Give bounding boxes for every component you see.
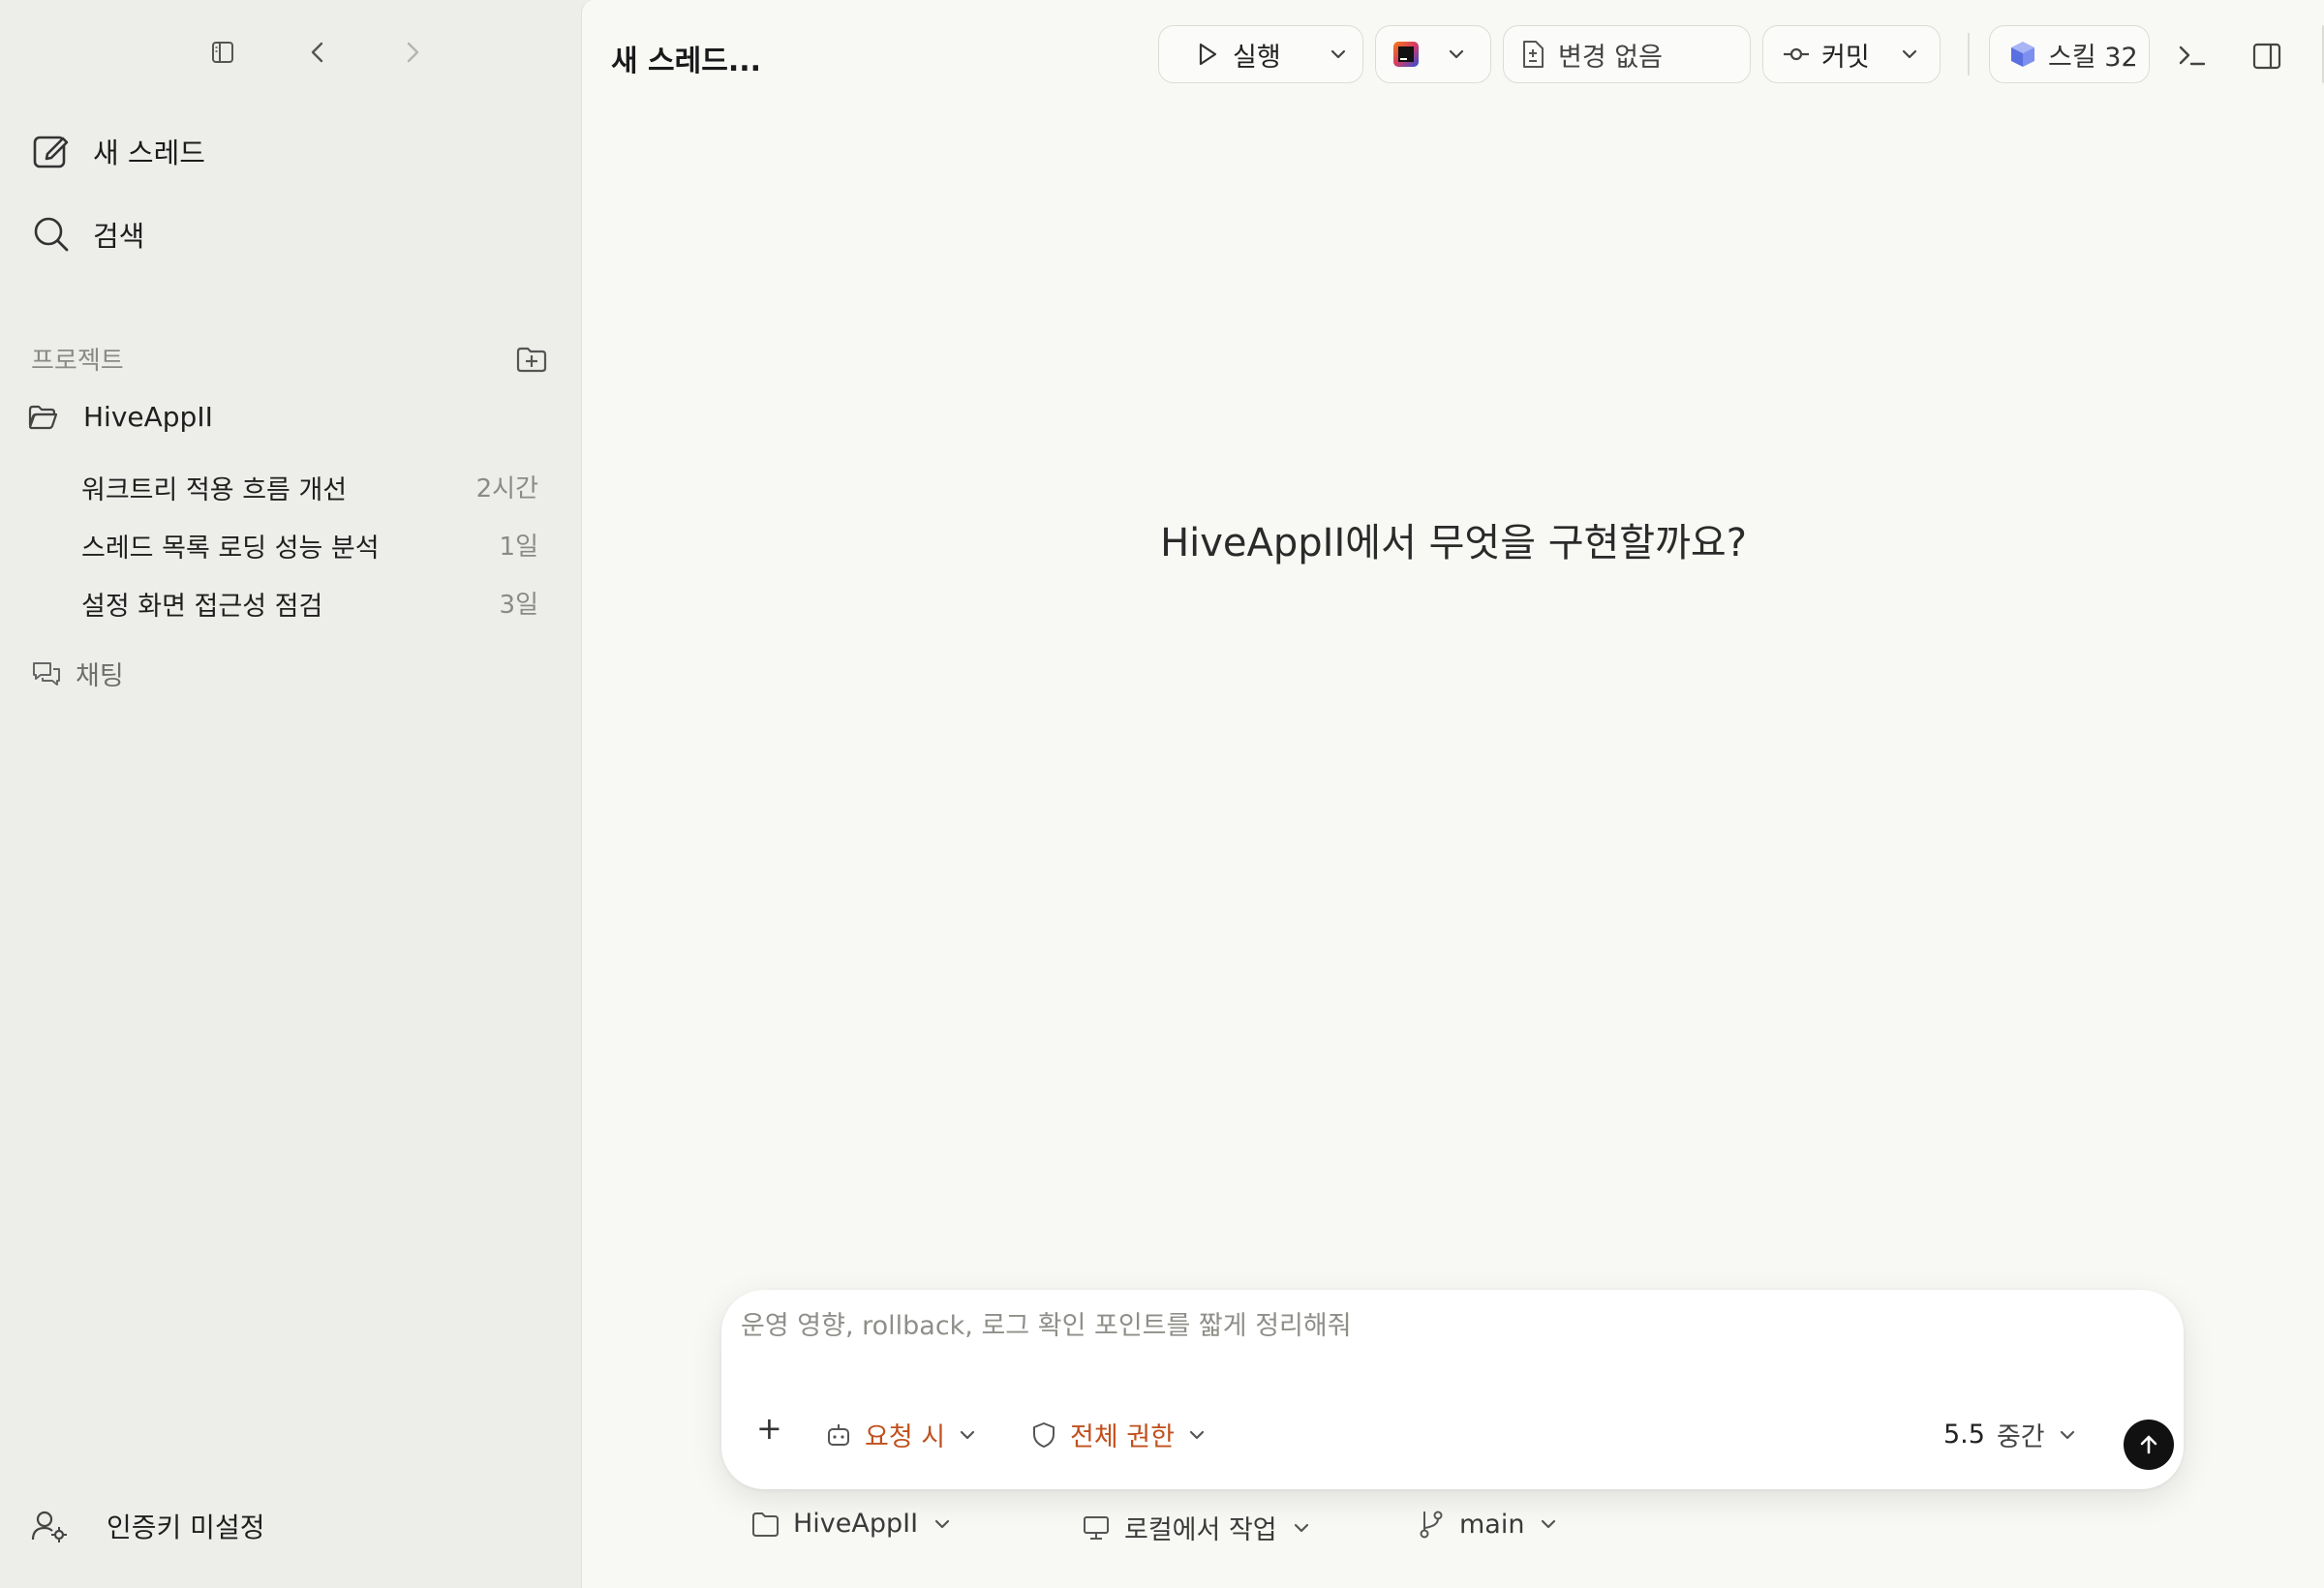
folder-icon — [752, 1512, 779, 1537]
thread-item[interactable]: 스레드 목록 로딩 성능 분석 1일 — [81, 527, 538, 565]
chevron-down-icon — [1449, 49, 1464, 59]
run-label: 실행 — [1233, 42, 1281, 73]
compose-icon — [33, 136, 69, 168]
effort-label: 중간 — [1996, 1422, 2045, 1452]
branch-label: main — [1459, 1509, 1525, 1540]
chat-bubbles-icon — [33, 661, 60, 686]
chevron-down-icon — [1294, 1523, 1308, 1532]
chevron-down-icon — [1902, 49, 1916, 59]
git-commit-icon — [1784, 47, 1809, 61]
prompt-input[interactable] — [741, 1311, 2096, 1341]
cube-icon — [2011, 42, 2034, 67]
projects-section-label: 프로젝트 — [31, 347, 124, 376]
auth-label: 인증키 미설정 — [107, 1512, 265, 1543]
thread-title: 설정 화면 접근성 점검 — [81, 592, 323, 622]
chevron-down-icon — [934, 1519, 950, 1528]
thread-title: 스레드 목록 로딩 성능 분석 — [81, 534, 380, 564]
branch-button[interactable]: main — [1417, 1509, 1559, 1540]
work-location-label: 로컬에서 작업 — [1124, 1515, 1277, 1545]
new-project-folder-icon[interactable] — [515, 343, 548, 376]
search-button[interactable]: 검색 — [31, 207, 144, 261]
composer: + 요청 시 전체 권한 5.5 중간 — [721, 1290, 2184, 1489]
auth-settings-button[interactable]: 인증키 미설정 — [31, 1507, 264, 1545]
search-label: 검색 — [93, 220, 145, 253]
shield-icon — [1033, 1421, 1055, 1448]
toggle-sidebar-icon[interactable] — [205, 35, 240, 70]
diff-file-icon — [1523, 41, 1544, 68]
terminal-icon[interactable] — [2175, 39, 2210, 74]
toggle-right-panel-icon[interactable] — [2249, 39, 2284, 74]
chevron-down-icon — [1542, 1519, 1556, 1529]
forward-arrow-icon[interactable] — [395, 35, 430, 70]
app-window: 새 스레드 검색 프로젝트 HiveAppII 워크트리 적용 흐름 개선 2시… — [0, 0, 2324, 1588]
robot-icon — [828, 1423, 849, 1446]
add-attachment-button[interactable]: + — [756, 1410, 782, 1447]
model-label: 5.5 — [1943, 1420, 1985, 1450]
toolbar-divider — [1968, 33, 1970, 76]
window-controls — [205, 35, 430, 70]
run-button[interactable]: 실행 — [1158, 25, 1363, 83]
thread-item[interactable]: 설정 화면 접근성 점검 3일 — [81, 585, 538, 623]
thread-time: 1일 — [499, 533, 538, 562]
folder-open-icon — [28, 405, 58, 429]
changes-button[interactable]: 변경 없음 — [1503, 25, 1751, 83]
sidebar: 새 스레드 검색 프로젝트 HiveAppII 워크트리 적용 흐름 개선 2시… — [0, 0, 581, 1588]
chevron-down-icon — [2060, 1430, 2074, 1439]
back-arrow-icon[interactable] — [300, 35, 335, 70]
project-item-hiveappii[interactable]: HiveAppII — [27, 401, 213, 433]
chat-label: 채팅 — [76, 661, 124, 691]
thread-title-heading: 새 스레드... — [611, 45, 762, 78]
commit-label: 커밋 — [1821, 42, 1870, 73]
chat-section-button[interactable]: 채팅 — [31, 655, 124, 692]
main-panel: 새 스레드... 실행 변경 없음 커밋 스킬 32 HiveAppII에서 무… — [581, 0, 2324, 1588]
approval-mode-button[interactable]: 요청 시 — [824, 1416, 978, 1453]
work-location-button[interactable]: 로컬에서 작업 — [1082, 1509, 1312, 1546]
thread-title: 워크트리 적용 흐름 개선 — [81, 475, 348, 505]
user-settings-icon — [31, 1511, 67, 1542]
thread-time: 2시간 — [475, 474, 538, 504]
play-icon — [1199, 43, 1217, 66]
project-name: HiveAppII — [83, 401, 213, 433]
arrow-up-icon — [2140, 1435, 2157, 1454]
commit-button[interactable]: 커밋 — [1762, 25, 1941, 83]
empty-state-headline: HiveAppII에서 무엇을 구현할까요? — [1160, 521, 1747, 565]
search-icon — [34, 217, 69, 252]
model-picker-button[interactable]: 5.5 중간 — [1943, 1416, 2078, 1453]
chevron-down-icon — [1189, 1430, 1205, 1439]
permission-button[interactable]: 전체 권한 — [1029, 1416, 1208, 1453]
permission-label: 전체 권한 — [1070, 1422, 1175, 1452]
thread-item[interactable]: 워크트리 적용 흐름 개선 2시간 — [81, 469, 538, 506]
chevron-down-icon — [1330, 49, 1345, 59]
new-thread-button[interactable]: 새 스레드 — [31, 124, 205, 178]
project-context-button[interactable]: HiveAppII — [750, 1509, 953, 1539]
send-button[interactable] — [2124, 1420, 2174, 1470]
project-context-label: HiveAppII — [793, 1509, 919, 1539]
approval-mode-label: 요청 시 — [865, 1422, 946, 1452]
monitor-icon — [1084, 1515, 1109, 1540]
chevron-down-icon — [961, 1430, 975, 1439]
skills-label: 스킬 32 — [2048, 42, 2138, 73]
git-branch-icon — [1420, 1511, 1443, 1539]
ide-app-icon — [1393, 42, 1419, 67]
thread-time: 3일 — [499, 591, 538, 620]
ide-picker-button[interactable] — [1375, 25, 1491, 83]
skills-button[interactable]: 스킬 32 — [1989, 25, 2150, 83]
changes-label: 변경 없음 — [1558, 42, 1663, 73]
new-thread-label: 새 스레드 — [93, 137, 205, 169]
